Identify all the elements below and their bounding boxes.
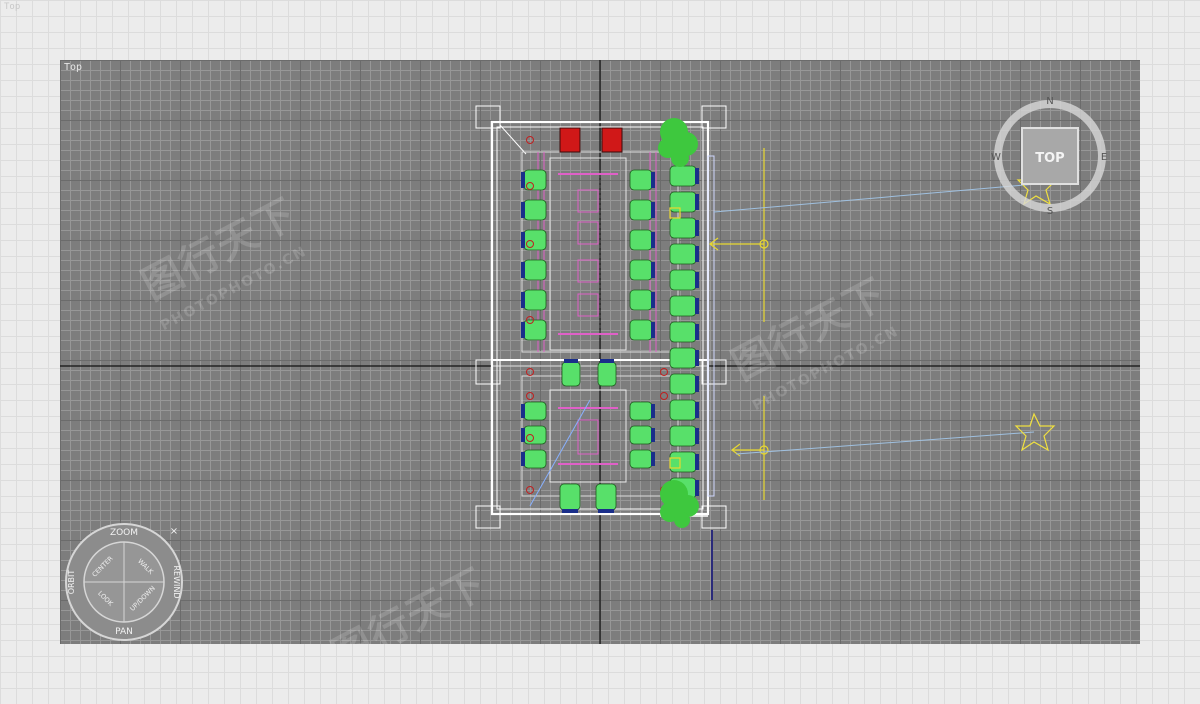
- chair: [669, 243, 699, 265]
- chair: [521, 401, 547, 421]
- chair: [597, 359, 617, 387]
- chair: [521, 289, 547, 311]
- column-marker: [526, 392, 534, 400]
- chair: [669, 295, 699, 317]
- chair: [629, 289, 655, 311]
- chair: [521, 229, 547, 251]
- chair: [669, 217, 699, 239]
- top-viewport[interactable]: Top TOP N E S W ZOOM PAN ORBIT REWIND CE…: [60, 60, 1140, 644]
- chair: [669, 165, 699, 187]
- viewcube-face-label: TOP: [1035, 151, 1064, 166]
- chair: [629, 449, 655, 469]
- viewcube[interactable]: TOP N E S W: [990, 96, 1110, 217]
- column-marker: [526, 368, 534, 376]
- chair: [629, 169, 655, 191]
- chair: [669, 269, 699, 291]
- chair: [629, 229, 655, 251]
- wheel-close-icon: ×: [170, 526, 178, 537]
- column-marker: [660, 392, 668, 400]
- chair: [629, 401, 655, 421]
- compass-south-label: S: [1047, 206, 1053, 216]
- chair: [669, 321, 699, 343]
- chair: [669, 425, 699, 447]
- wheel-pan: PAN: [115, 627, 133, 637]
- light-beams: [713, 183, 1037, 455]
- chair: [669, 451, 699, 473]
- scene-drawing[interactable]: [60, 60, 1140, 644]
- wheel-zoom: ZOOM: [110, 528, 138, 538]
- chair: [669, 373, 699, 395]
- chair: [669, 399, 699, 421]
- compass-west-label: W: [991, 152, 1001, 163]
- compass-north-label: N: [1046, 96, 1053, 107]
- chair: [561, 359, 581, 387]
- wheel-rewind: REWIND: [172, 565, 181, 598]
- column-marker: [526, 136, 534, 144]
- chair: [669, 191, 699, 213]
- red-chairs: [559, 127, 623, 153]
- wheel-orbit: ORBIT: [67, 570, 76, 595]
- steering-wheel[interactable]: ZOOM PAN ORBIT REWIND CENTER WALK LOOK U…: [62, 520, 186, 644]
- chair: [559, 483, 581, 513]
- column-marker: [660, 368, 668, 376]
- compass-east-label: E: [1101, 152, 1107, 163]
- chair: [521, 319, 547, 341]
- chair: [521, 449, 547, 469]
- background-viewport-label: Top: [4, 2, 21, 12]
- chair: [521, 425, 547, 445]
- chair: [629, 319, 655, 341]
- column-marker: [526, 486, 534, 494]
- chair: [521, 199, 547, 221]
- chair: [629, 199, 655, 221]
- chair: [629, 425, 655, 445]
- chair: [595, 483, 617, 513]
- chair: [669, 347, 699, 369]
- chair: [521, 259, 547, 281]
- chair: [629, 259, 655, 281]
